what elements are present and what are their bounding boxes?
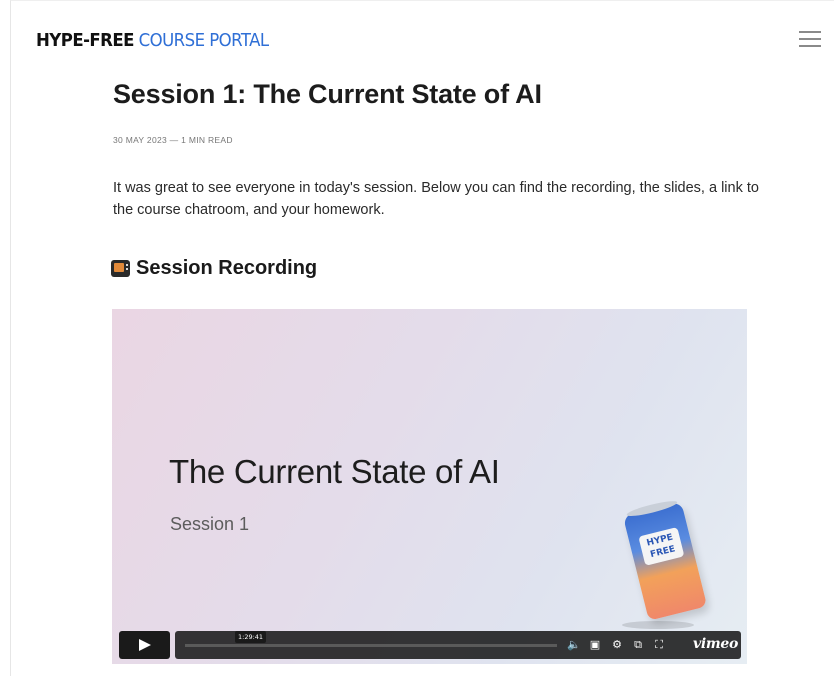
- hamburger-menu-icon[interactable]: [799, 31, 821, 49]
- can-logo: HYPE FREE: [638, 527, 685, 566]
- brand-name-bold: HYPE-FREE: [36, 30, 134, 51]
- volume-icon[interactable]: 🔈: [566, 637, 582, 653]
- slide-subtitle: Session 1: [170, 514, 250, 534]
- fullscreen-icon[interactable]: ⛶: [651, 637, 667, 653]
- pip-icon[interactable]: ⧉: [630, 637, 646, 653]
- vimeo-logo[interactable]: vimeo: [693, 636, 738, 652]
- site-logo[interactable]: HYPE-FREE COURSE PORTAL: [36, 30, 269, 51]
- section-heading: Session Recording: [111, 257, 317, 280]
- slide-title: The Current State of AI: [169, 453, 500, 490]
- page-title: Session 1: The Current State of AI: [113, 79, 542, 109]
- section-heading-text: Session Recording: [136, 257, 318, 279]
- intro-paragraph: It was great to see everyone in today's …: [113, 180, 759, 218]
- progress-timeline[interactable]: 1:29:41: [185, 631, 557, 647]
- control-bar: 1:29:41 🔈 ▣ ⚙ ⧉ ⛶ vimeo: [175, 631, 741, 659]
- post-meta: 30 MAY 2023 — 1 MIN READ: [113, 135, 233, 145]
- settings-icon[interactable]: ⚙: [609, 637, 625, 653]
- page-frame: HYPE-FREE COURSE PORTAL Session 1: The C…: [10, 0, 834, 676]
- product-can-image: HYPE FREE: [622, 501, 708, 621]
- video-controls: 1:29:41 🔈 ▣ ⚙ ⧉ ⛶ vimeo: [119, 629, 741, 659]
- play-button[interactable]: [119, 631, 170, 659]
- captions-icon[interactable]: ▣: [587, 637, 603, 653]
- television-icon: [111, 260, 130, 277]
- brand-name-light: COURSE PORTAL: [138, 30, 270, 51]
- video-player[interactable]: The Current State of AI Session 1 HYPE F…: [112, 309, 747, 664]
- duration-tooltip: 1:29:41: [235, 631, 267, 643]
- can-shadow: [622, 621, 694, 629]
